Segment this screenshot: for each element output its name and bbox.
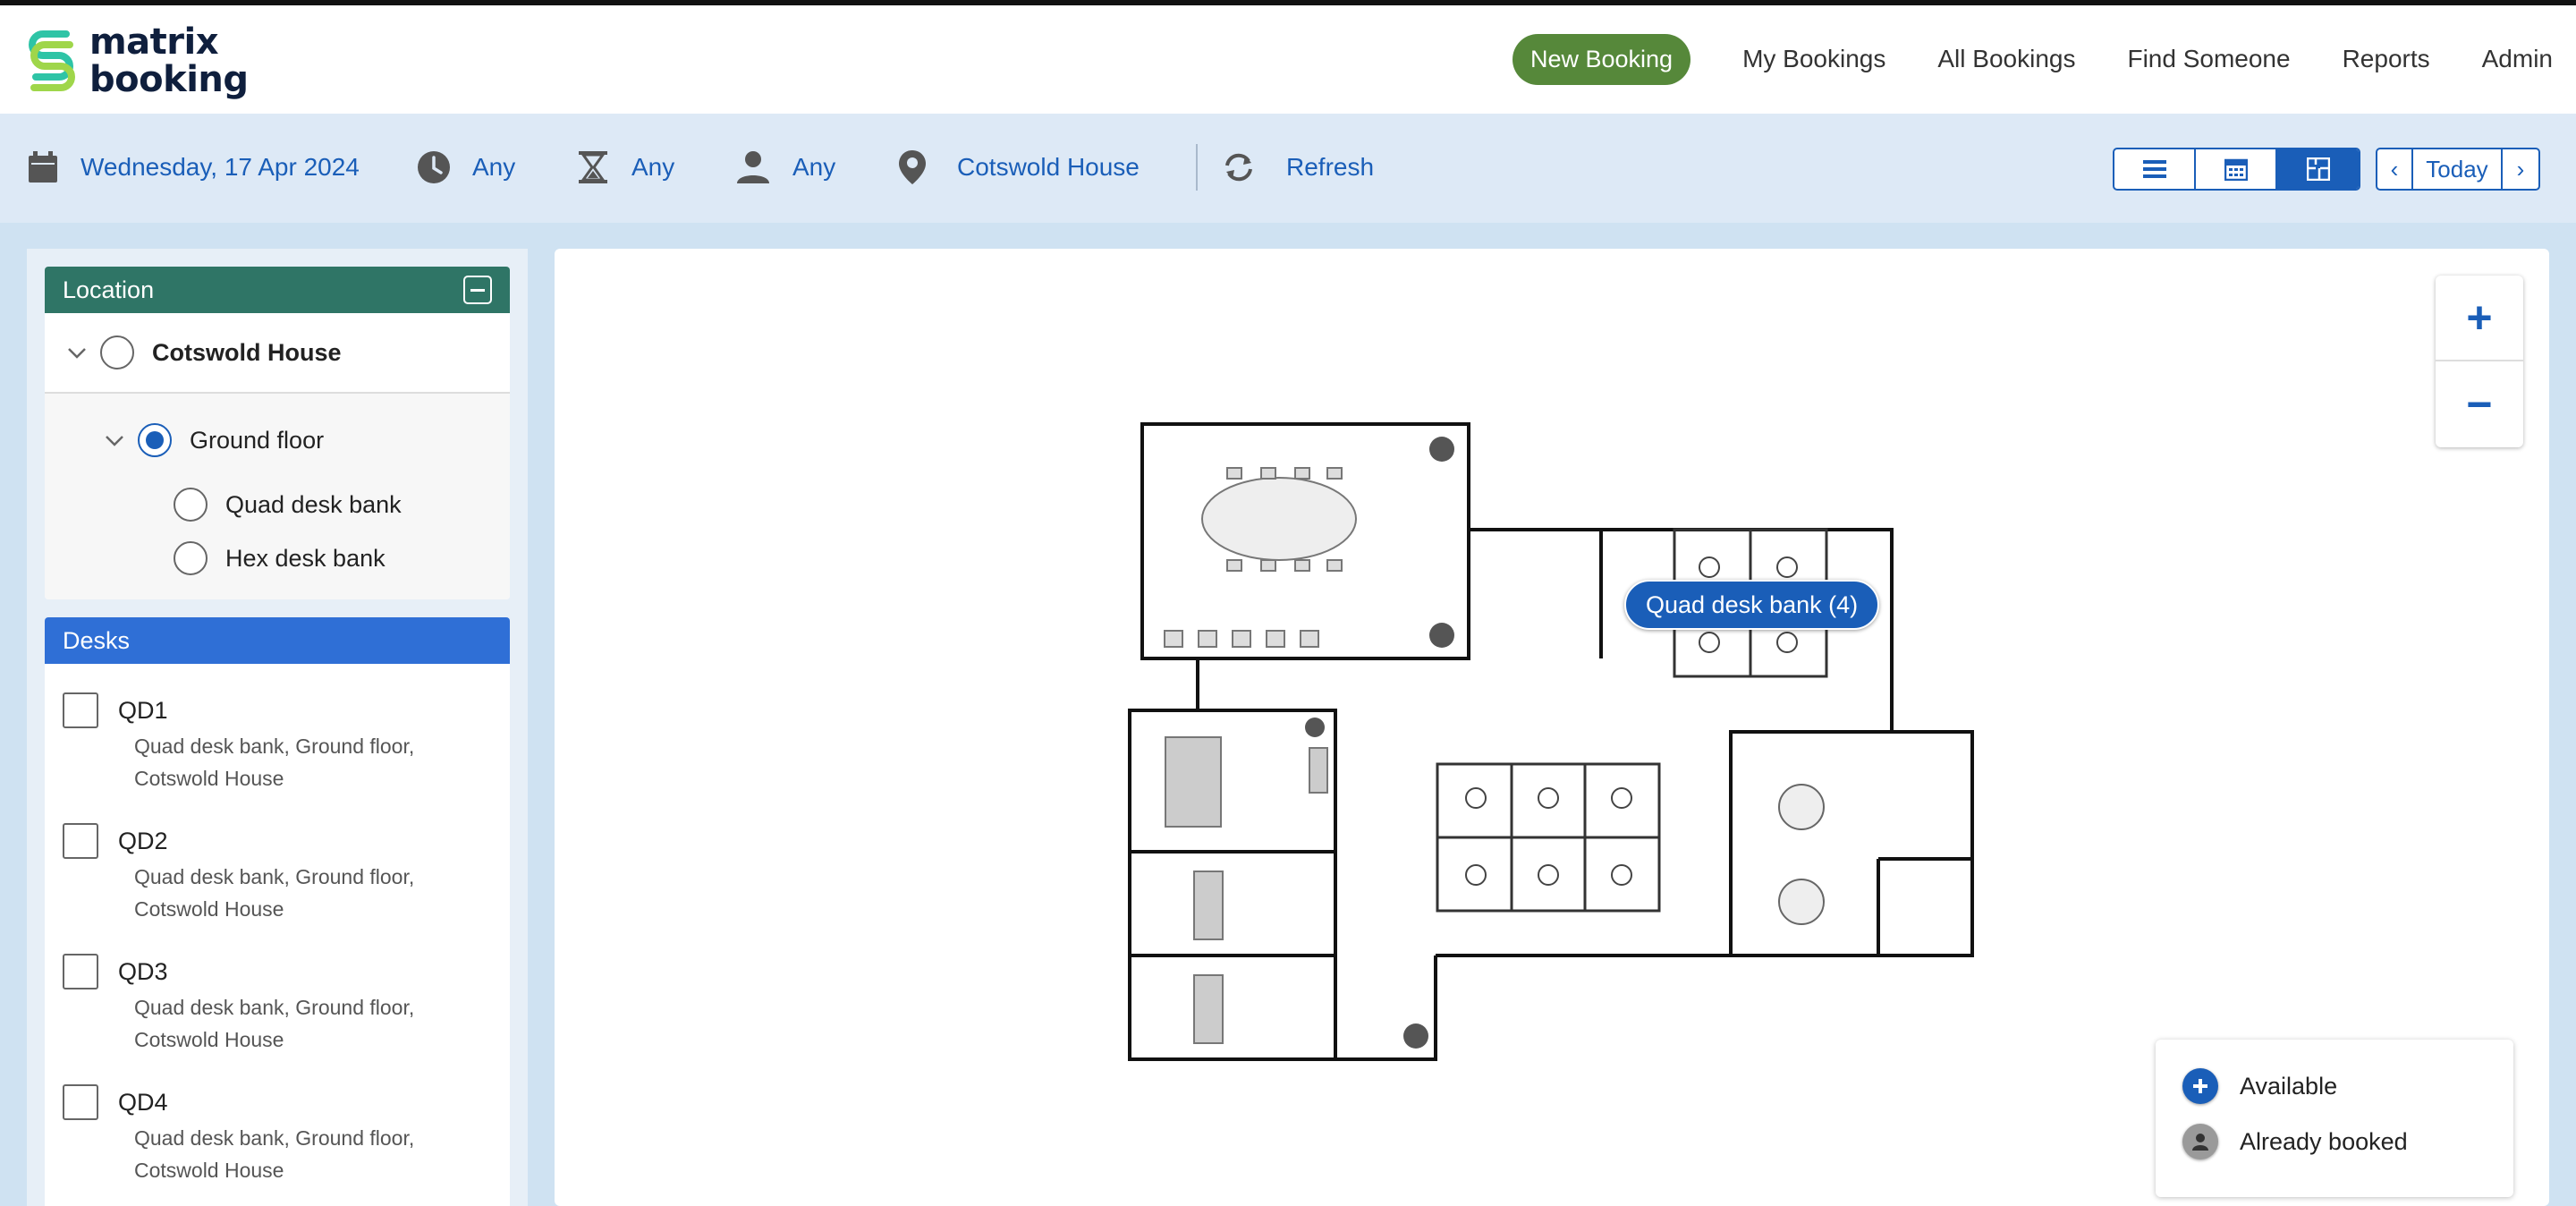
clock-icon xyxy=(418,151,450,183)
plus-icon xyxy=(2182,1068,2218,1104)
desks-panel-title: Desks xyxy=(63,626,131,654)
date-filter[interactable]: Wednesday, 17 Apr 2024 xyxy=(27,148,360,187)
quad-desk-bank-marker[interactable]: Quad desk bank (4) xyxy=(1624,580,1880,630)
area-label: Quad desk bank xyxy=(225,490,402,518)
refresh-button[interactable]: Refresh xyxy=(1222,148,1374,187)
today-button[interactable]: Today xyxy=(2413,149,2503,189)
building-radio[interactable] xyxy=(100,335,134,369)
attendees-filter-value: Any xyxy=(792,153,836,181)
desk-name: QD1 xyxy=(118,696,168,724)
location-pin-icon xyxy=(899,150,926,184)
logo-line2: booking xyxy=(89,59,249,100)
map-legend: Available Already booked xyxy=(2156,1040,2513,1197)
area-radio[interactable] xyxy=(174,541,208,575)
nav-my-bookings[interactable]: My Bookings xyxy=(1742,45,1885,73)
calendar-view-button[interactable] xyxy=(2196,149,2277,189)
legend-available-label: Available xyxy=(2240,1072,2338,1100)
floorplan-icon xyxy=(2306,157,2330,181)
desks-panel: Desks QD1 Quad desk bank, Ground floor, … xyxy=(45,617,510,1206)
desk-checkbox[interactable] xyxy=(63,1084,98,1120)
date-navigation: ‹ Today › xyxy=(2376,148,2540,191)
desk-location: Quad desk bank, Ground floor, Cotswold H… xyxy=(134,865,415,921)
nav-all-bookings[interactable]: All Bookings xyxy=(1937,45,2075,73)
attendees-filter[interactable]: Any xyxy=(735,148,835,187)
desk-location: Quad desk bank, Ground floor, Cotswold H… xyxy=(134,1126,415,1182)
duration-filter[interactable]: Any xyxy=(576,148,674,187)
desk-item-qd4[interactable]: QD4 Quad desk bank, Ground floor, Cotswo… xyxy=(45,1056,510,1186)
hourglass-icon xyxy=(579,151,607,183)
desk-name: QD4 xyxy=(118,1088,168,1116)
desk-checkbox[interactable] xyxy=(63,823,98,859)
floor-tree: Ground floor Quad desk bank Hex desk ban… xyxy=(45,394,510,599)
duration-filter-value: Any xyxy=(631,153,675,181)
legend-booked: Already booked xyxy=(2182,1124,2487,1159)
new-booking-button[interactable]: New Booking xyxy=(1512,33,1691,85)
location-panel: Location Cotswold House Ground floor Qua… xyxy=(45,267,510,599)
desk-name: QD2 xyxy=(118,827,168,854)
person-icon xyxy=(737,151,769,183)
zoom-in-button[interactable]: + xyxy=(2436,276,2523,361)
tree-item-building[interactable]: Cotswold House xyxy=(45,313,510,394)
desk-checkbox[interactable] xyxy=(63,692,98,728)
nav-find-someone[interactable]: Find Someone xyxy=(2127,45,2290,73)
calendar-icon xyxy=(29,151,57,183)
filter-toolbar: Wednesday, 17 Apr 2024 Any Any Any Cotsw… xyxy=(0,114,2576,223)
time-filter[interactable]: Any xyxy=(417,148,515,187)
legend-available: Available xyxy=(2182,1068,2487,1104)
app-logo[interactable]: matrix booking xyxy=(25,21,249,102)
desk-location: Quad desk bank, Ground floor, Cotswold H… xyxy=(134,996,415,1051)
location-filter-value: Cotswold House xyxy=(957,153,1140,181)
chevron-down-icon[interactable] xyxy=(104,429,125,451)
list-icon xyxy=(2142,160,2166,178)
nav-reports[interactable]: Reports xyxy=(2343,45,2430,73)
header: matrix booking New Booking My Bookings A… xyxy=(0,5,2576,114)
tree-item-floor[interactable]: Ground floor xyxy=(45,403,510,478)
tree-item-hex-desk-bank[interactable]: Hex desk bank xyxy=(45,531,510,585)
building-label: Cotswold House xyxy=(152,338,342,366)
location-panel-title: Location xyxy=(63,276,155,303)
location-filter[interactable]: Cotswold House xyxy=(898,148,1140,187)
refresh-label: Refresh xyxy=(1286,153,1375,181)
zoom-out-button[interactable]: − xyxy=(2436,361,2523,447)
date-filter-value: Wednesday, 17 Apr 2024 xyxy=(80,153,360,181)
area-radio[interactable] xyxy=(174,488,208,522)
logo-icon xyxy=(29,30,75,91)
refresh-icon xyxy=(1225,153,1252,182)
floor-label: Ground floor xyxy=(190,426,325,454)
tree-item-quad-desk-bank[interactable]: Quad desk bank xyxy=(45,478,510,531)
desk-checkbox[interactable] xyxy=(63,954,98,989)
prev-day-button[interactable]: ‹ xyxy=(2377,149,2413,189)
view-switcher xyxy=(2113,148,2360,191)
desk-location: Quad desk bank, Ground floor, Cotswold H… xyxy=(134,735,415,790)
main-nav: New Booking My Bookings All Bookings Fin… xyxy=(1512,32,2553,86)
next-day-button[interactable]: › xyxy=(2503,149,2538,189)
zoom-controls: + − xyxy=(2436,276,2523,447)
list-view-button[interactable] xyxy=(2114,149,2196,189)
calendar-grid-icon xyxy=(2224,158,2248,181)
desk-item-qd2[interactable]: QD2 Quad desk bank, Ground floor, Cotswo… xyxy=(45,794,510,925)
logo-line1: matrix xyxy=(89,21,219,63)
collapse-location-button[interactable] xyxy=(463,276,492,304)
desks-panel-header: Desks xyxy=(45,617,510,664)
desk-name: QD3 xyxy=(118,957,168,985)
left-sidebar: Location Cotswold House Ground floor Qua… xyxy=(27,249,528,1206)
area-label: Hex desk bank xyxy=(225,544,386,572)
nav-admin[interactable]: Admin xyxy=(2482,45,2553,73)
legend-booked-label: Already booked xyxy=(2240,1127,2408,1155)
chevron-down-icon[interactable] xyxy=(66,342,88,363)
desk-item-qd3[interactable]: QD3 Quad desk bank, Ground floor, Cotswo… xyxy=(45,925,510,1056)
floorplan-view-button[interactable] xyxy=(2277,149,2359,189)
floor-radio[interactable] xyxy=(138,423,172,457)
location-panel-header: Location xyxy=(45,267,510,313)
desk-item-qd1[interactable]: QD1 Quad desk bank, Ground floor, Cotswo… xyxy=(45,664,510,794)
time-filter-value: Any xyxy=(472,153,516,181)
person-icon xyxy=(2182,1124,2218,1159)
toolbar-divider xyxy=(1196,144,1198,191)
